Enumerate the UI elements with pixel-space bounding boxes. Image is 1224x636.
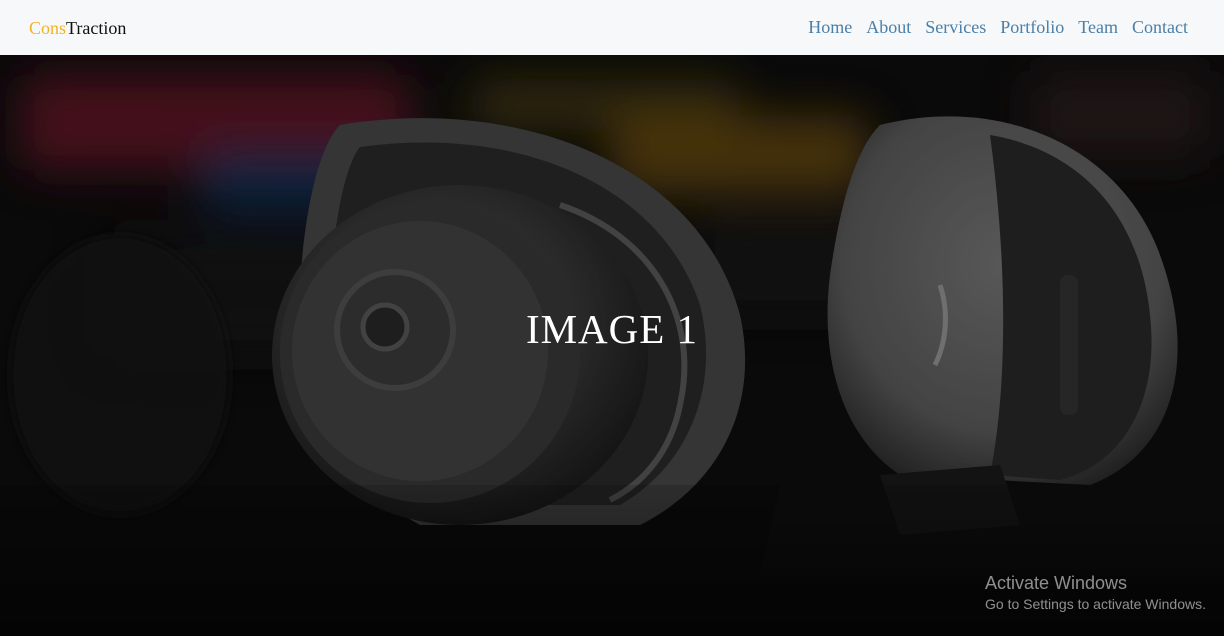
watermark-title: Activate Windows (985, 573, 1128, 593)
nav-link-team[interactable]: Team (1071, 17, 1125, 38)
nav-link-services[interactable]: Services (918, 17, 993, 38)
nav-link-about[interactable]: About (859, 17, 918, 38)
nav-link-contact[interactable]: Contact (1125, 17, 1188, 38)
brand-main-text: Traction (66, 17, 127, 38)
nav-link-home[interactable]: Home (801, 17, 859, 38)
hero-title: IMAGE 1 (525, 306, 699, 352)
watermark-subtitle: Go to Settings to activate Windows. (985, 596, 1206, 612)
brand-logo[interactable]: ConsTraction (29, 19, 126, 37)
nav-link-portfolio[interactable]: Portfolio (993, 17, 1071, 38)
nav-menu: Home About Services Portfolio Team Conta… (801, 17, 1188, 38)
brand-accent-text: Cons (29, 17, 67, 38)
activate-windows-watermark: Activate Windows Go to Settings to activ… (985, 572, 1206, 614)
hero-carousel: IMAGE 1 Activate Windows Go to Settings … (0, 55, 1224, 636)
navbar: ConsTraction Home About Services Portfol… (0, 0, 1224, 55)
